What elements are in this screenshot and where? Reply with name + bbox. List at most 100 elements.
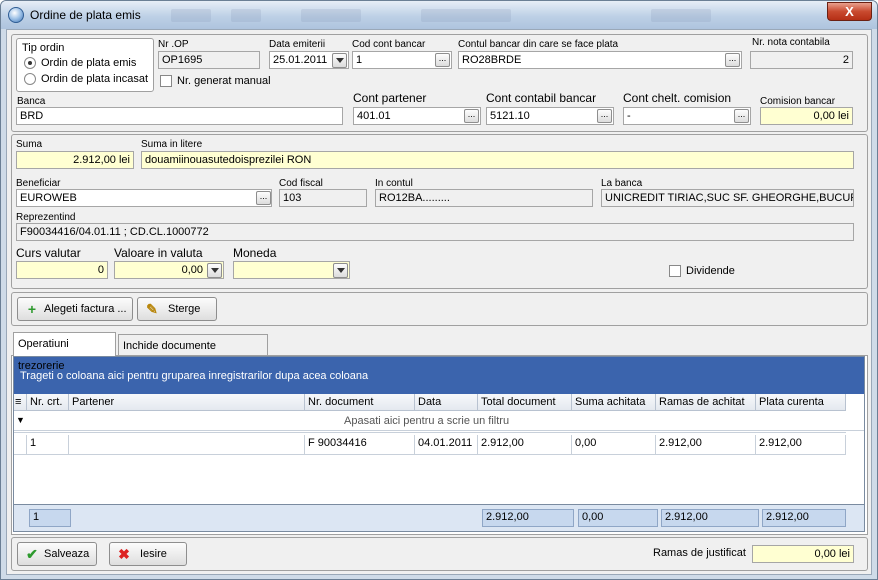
ellipsis-icon[interactable]: ... — [597, 109, 612, 123]
nr-op-label: Nr .OP — [158, 39, 189, 50]
cont-chelt-comision-field[interactable]: - — [623, 107, 751, 125]
ramas-justificat-field[interactable]: 0,00 lei — [752, 545, 854, 563]
background-blur — [171, 9, 211, 22]
data-emiterii-label: Data emiterii — [269, 39, 326, 50]
close-button[interactable]: X — [827, 2, 872, 21]
table-cell[interactable]: 1 — [27, 435, 69, 454]
nr-nota-field[interactable]: 2 — [750, 51, 853, 69]
column-header[interactable]: Plata curenta — [756, 394, 846, 411]
filter-row[interactable]: ▼ Apasati aici pentru a scrie un filtru — [14, 411, 864, 431]
ellipsis-icon[interactable]: ... — [464, 109, 479, 123]
table-cell[interactable] — [69, 435, 305, 454]
close-icon: ✖ — [118, 546, 130, 562]
background-blur — [231, 9, 261, 22]
table-cell[interactable]: F 90034416 — [305, 435, 415, 454]
filter-icon: ▼ — [16, 415, 25, 425]
cont-contabil-bancar-field[interactable]: 5121.10 — [486, 107, 614, 125]
cod-fiscal-field[interactable]: 103 — [279, 189, 367, 207]
ellipsis-icon[interactable]: ... — [734, 109, 749, 123]
suma-field[interactable]: 2.912,00 lei — [16, 151, 134, 169]
table-cell[interactable]: 2.912,00 — [756, 435, 846, 454]
sterge-button[interactable]: ✎ Sterge — [137, 297, 217, 321]
column-header[interactable]: Nr. crt. — [27, 394, 69, 411]
suma-litere-field[interactable]: douamiinouasutedoisprezilei RON — [141, 151, 854, 169]
factura-buttons-panel: + Alegeti factura ... ✎ Sterge — [11, 292, 868, 326]
iesire-button[interactable]: ✖ Iesire — [109, 542, 187, 566]
tab-operatiuni-trezorerie[interactable]: Operatiuni trezorerie — [13, 332, 116, 372]
ellipsis-icon[interactable]: ... — [435, 53, 450, 67]
dividende-label: Dividende — [686, 265, 735, 277]
column-chooser-icon[interactable]: ≡ — [14, 394, 27, 411]
alegeti-factura-label: Alegeti factura ... — [44, 303, 127, 315]
cod-fiscal-label: Cod fiscal — [279, 178, 323, 189]
moneda-label: Moneda — [233, 246, 277, 260]
reprezentind-field[interactable]: F90034416/04.01.11 ; CD.CL.1000772 — [16, 223, 854, 241]
tip-ordin-group: Tip ordin Ordin de plata emis Ordin de p… — [16, 38, 154, 92]
header-panel: Tip ordin Ordin de plata emis Ordin de p… — [11, 34, 868, 132]
contul-bancar-field[interactable]: RO28BRDE — [458, 51, 742, 69]
salveaza-button[interactable]: ✔ Salveaza — [17, 542, 97, 566]
nr-generat-manual-checkbox[interactable] — [160, 75, 172, 87]
cont-partener-field[interactable]: 401.01 — [353, 107, 481, 125]
column-header[interactable]: Ramas de achitat — [656, 394, 756, 411]
valoare-valuta-label: Valoare in valuta — [114, 246, 203, 260]
ellipsis-icon[interactable]: ... — [725, 53, 740, 67]
suma-litere-label: Suma in litere — [141, 139, 203, 150]
nr-op-field[interactable]: OP1695 — [158, 51, 260, 69]
alegeti-factura-button[interactable]: + Alegeti factura ... — [17, 297, 133, 321]
curs-valutar-label: Curs valutar — [16, 246, 81, 260]
cont-partener-label: Cont partener — [353, 91, 427, 105]
comision-bancar-field[interactable]: 0,00 lei — [760, 107, 853, 125]
radio-ordin-emis[interactable] — [24, 57, 36, 69]
cod-cont-bancar-label: Cod cont bancar — [352, 39, 426, 50]
table-cell[interactable]: 2.912,00 — [656, 435, 756, 454]
column-header[interactable]: Data — [415, 394, 478, 411]
broom-icon: ✎ — [146, 301, 158, 317]
client-area: Tip ordin Ordin de plata emis Ordin de p… — [6, 29, 872, 575]
details-panel: Suma 2.912,00 lei Suma in litere douamii… — [11, 134, 868, 289]
grid-footer: 1 2.912,00 0,00 2.912,00 2.912,00 — [13, 504, 865, 532]
sterge-label: Sterge — [168, 303, 201, 315]
banca-field[interactable]: BRD — [16, 107, 343, 125]
app-icon — [8, 7, 24, 23]
chevron-down-icon[interactable] — [332, 53, 347, 68]
row-divider — [14, 432, 846, 433]
table-cell[interactable]: 0,00 — [572, 435, 656, 454]
column-header[interactable]: Partener — [69, 394, 305, 411]
radio-ordin-emis-label: Ordin de plata emis — [41, 57, 137, 69]
tab-inchide-documente[interactable]: Inchide documente planificate — [118, 334, 268, 374]
contul-bancar-label: Contul bancar din care se face plata — [458, 39, 619, 50]
tip-ordin-label: Tip ordin — [22, 42, 65, 54]
group-by-area[interactable]: Trageti o coloana aici pentru gruparea i… — [14, 357, 864, 394]
comision-bancar-label: Comision bancar — [760, 96, 836, 107]
row-indicator — [14, 435, 27, 454]
curs-valutar-field[interactable]: 0 — [16, 261, 108, 279]
background-blur — [301, 9, 361, 22]
table-cell[interactable]: 04.01.2011 — [415, 435, 478, 454]
footer-achitata: 0,00 — [578, 509, 658, 527]
la-banca-field[interactable]: UNICREDIT TIRIAC,SUC SF. GHEORGHE,BUCURE — [601, 189, 854, 207]
table-cell[interactable]: 2.912,00 — [478, 435, 572, 454]
footer-ramas: 2.912,00 — [661, 509, 759, 527]
chevron-down-icon[interactable] — [333, 263, 348, 278]
beneficiar-label: Beneficiar — [16, 178, 61, 189]
column-header[interactable]: Suma achitata — [572, 394, 656, 411]
cont-chelt-comision-label: Cont chelt. comision — [623, 91, 732, 105]
radio-ordin-incasat[interactable] — [24, 73, 36, 85]
beneficiar-field[interactable]: EUROWEB — [16, 189, 272, 207]
banca-label: Banca — [17, 96, 46, 107]
in-contul-label: In contul — [375, 178, 413, 189]
chevron-down-icon[interactable] — [207, 263, 222, 278]
background-blur — [421, 9, 511, 22]
column-header[interactable]: Nr. document — [305, 394, 415, 411]
column-header[interactable]: Total document — [478, 394, 572, 411]
dividende-checkbox[interactable] — [669, 265, 681, 277]
ellipsis-icon[interactable]: ... — [256, 191, 271, 205]
salveaza-label: Salveaza — [44, 548, 90, 560]
la-banca-label: La banca — [601, 178, 643, 189]
footer-total: 2.912,00 — [482, 509, 574, 527]
iesire-label: Iesire — [140, 548, 167, 560]
in-contul-field[interactable]: RO12BA......... — [375, 189, 593, 207]
ramas-justificat-label: Ramas de justificat — [653, 547, 746, 559]
cont-contabil-bancar-label: Cont contabil bancar — [486, 91, 597, 105]
